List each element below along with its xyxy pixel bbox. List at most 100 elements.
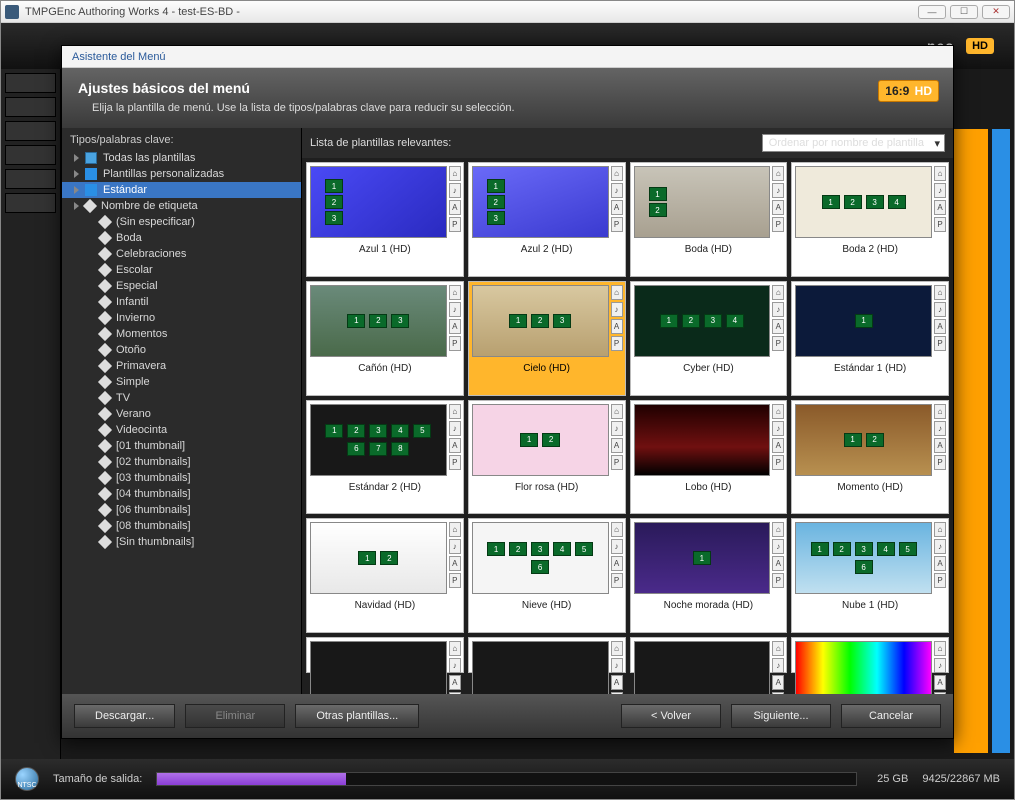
template-attr-icon: A — [772, 200, 784, 215]
sort-dropdown[interactable]: Ordenar por nombre de plantilla — [762, 134, 945, 152]
tree-item-label: Videocinta — [116, 424, 167, 436]
cancel-button[interactable]: Cancelar — [841, 704, 941, 728]
delete-button[interactable]: Eliminar — [185, 704, 285, 728]
template-attr-icon: A — [772, 556, 784, 571]
maximize-button[interactable]: ☐ — [950, 5, 978, 19]
tree-item[interactable]: [04 thumbnails] — [62, 486, 301, 502]
chapter-chip: 1 — [487, 542, 505, 556]
chapter-chip: 2 — [369, 314, 387, 328]
tree-item[interactable]: (Sin especificar) — [62, 214, 301, 230]
back-button[interactable]: < Volver — [621, 704, 721, 728]
template-attr-icon: A — [611, 675, 623, 690]
chapter-chip: 2 — [347, 424, 365, 438]
hd-badge-bg: HD — [966, 38, 994, 54]
template-card[interactable]: 12⌂♪APNavidad (HD) — [306, 518, 464, 633]
bg-sidebar — [1, 69, 61, 759]
chapter-chip: 1 — [325, 179, 343, 193]
tree-item[interactable]: [03 thumbnails] — [62, 470, 301, 486]
tree-item[interactable]: [02 thumbnails] — [62, 454, 301, 470]
template-attr-icon: P — [934, 336, 946, 351]
template-attr-icon: ♪ — [611, 539, 623, 554]
tree-item[interactable]: Nombre de etiqueta — [62, 198, 301, 214]
template-card[interactable]: 12345678⌂♪APEstándar 2 (HD) — [306, 400, 464, 515]
template-card[interactable]: 12⌂♪APBoda (HD) — [630, 162, 788, 277]
tree-item[interactable]: [06 thumbnails] — [62, 502, 301, 518]
template-card[interactable]: 123⌂♪APCañón (HD) — [306, 281, 464, 396]
template-card[interactable]: 1234⌂♪APCyber (HD) — [630, 281, 788, 396]
tree-item[interactable]: Celebraciones — [62, 246, 301, 262]
close-button[interactable]: ✕ — [982, 5, 1010, 19]
template-thumbnail: 123 — [310, 166, 447, 238]
download-button[interactable]: Descargar... — [74, 704, 175, 728]
other-templates-button[interactable]: Otras plantillas... — [295, 704, 419, 728]
template-card[interactable]: 123⌂♪APCielo (HD) — [468, 281, 626, 396]
template-attr-icon: A — [772, 319, 784, 334]
template-attr-icon: P — [611, 573, 623, 588]
bg-blue-strip — [992, 129, 1010, 753]
tree-item[interactable]: TV — [62, 390, 301, 406]
tree-item[interactable]: Especial — [62, 278, 301, 294]
tree-item-label: Nombre de etiqueta — [101, 200, 198, 212]
tree-item[interactable]: Plantillas personalizadas — [62, 166, 301, 182]
template-side-icons: ⌂♪AP — [609, 282, 625, 360]
template-attr-icon: ♪ — [611, 658, 623, 673]
template-card[interactable]: 123⌂♪APAzul 1 (HD) — [306, 162, 464, 277]
tree-item[interactable]: Verano — [62, 406, 301, 422]
tree-item[interactable]: Momentos — [62, 326, 301, 342]
chapter-chip: 4 — [888, 195, 906, 209]
template-card[interactable]: 1234⌂♪APBoda 2 (HD) — [791, 162, 949, 277]
tree-item[interactable]: Invierno — [62, 310, 301, 326]
tree-item-label: [08 thumbnails] — [116, 520, 191, 532]
tree-item[interactable]: Primavera — [62, 358, 301, 374]
template-attr-icon: ⌂ — [934, 166, 946, 181]
capacity-text: 25 GB — [877, 773, 908, 785]
template-card[interactable]: ⌂♪AP — [791, 637, 949, 673]
tree-item[interactable]: Escolar — [62, 262, 301, 278]
tree-item[interactable]: [01 thumbnail] — [62, 438, 301, 454]
chapter-chip: 1 — [855, 314, 873, 328]
template-attr-icon: ⌂ — [934, 285, 946, 300]
template-card[interactable]: 123⌂♪APAzul 2 (HD) — [468, 162, 626, 277]
template-card[interactable]: ⌂♪AP — [630, 637, 788, 673]
tree-item[interactable]: Simple — [62, 374, 301, 390]
template-card[interactable]: 123456⌂♪APNube 1 (HD) — [791, 518, 949, 633]
template-thumbnail: 12 — [795, 404, 932, 476]
chapter-chip: 8 — [391, 442, 409, 456]
template-card[interactable]: 1⌂♪APNoche morada (HD) — [630, 518, 788, 633]
size-ratio: 9425/22867 MB — [922, 773, 1000, 785]
tree-item[interactable]: Todas las plantillas — [62, 150, 301, 166]
template-side-icons: ⌂♪AP — [932, 401, 948, 479]
chapter-chip: 3 — [855, 542, 873, 556]
blue-icon — [85, 168, 97, 180]
size-progress-fill — [157, 773, 346, 785]
template-type-sidebar: Tipos/palabras clave: Todas las plantill… — [62, 128, 302, 694]
template-card[interactable]: ⌂♪AP — [306, 637, 464, 673]
template-label: Estándar 2 (HD) — [307, 479, 463, 497]
tree-item[interactable]: [08 thumbnails] — [62, 518, 301, 534]
tree-item-label: Invierno — [116, 312, 155, 324]
template-card[interactable]: 1⌂♪APEstándar 1 (HD) — [791, 281, 949, 396]
template-card[interactable]: ⌂♪AP — [468, 637, 626, 673]
next-button[interactable]: Siguiente... — [731, 704, 831, 728]
template-attr-icon: ⌂ — [611, 522, 623, 537]
content-header: Lista de plantillas relevantes: Ordenar … — [302, 128, 953, 158]
template-grid[interactable]: 123⌂♪APAzul 1 (HD)123⌂♪APAzul 2 (HD)12⌂♪… — [302, 158, 953, 694]
template-attr-icon: P — [934, 455, 946, 470]
template-tree[interactable]: Todas las plantillasPlantillas personali… — [62, 150, 301, 694]
template-card[interactable]: 12⌂♪APFlor rosa (HD) — [468, 400, 626, 515]
tree-item[interactable]: Videocinta — [62, 422, 301, 438]
template-list-label: Lista de plantillas relevantes: — [310, 137, 451, 149]
template-thumbnail: 12 — [634, 166, 771, 238]
tree-item[interactable]: Otoño — [62, 342, 301, 358]
tree-item[interactable]: [Sin thumbnails] — [62, 534, 301, 550]
minimize-button[interactable]: — — [918, 5, 946, 19]
tree-item[interactable]: Infantil — [62, 294, 301, 310]
tree-item[interactable]: Boda — [62, 230, 301, 246]
template-attr-icon: ⌂ — [611, 404, 623, 419]
template-side-icons: ⌂♪AP — [770, 638, 786, 694]
tree-item[interactable]: Estándar — [62, 182, 301, 198]
template-card[interactable]: 12⌂♪APMomento (HD) — [791, 400, 949, 515]
template-side-icons: ⌂♪AP — [609, 163, 625, 241]
template-card[interactable]: ⌂♪APLobo (HD) — [630, 400, 788, 515]
template-card[interactable]: 123456⌂♪APNieve (HD) — [468, 518, 626, 633]
